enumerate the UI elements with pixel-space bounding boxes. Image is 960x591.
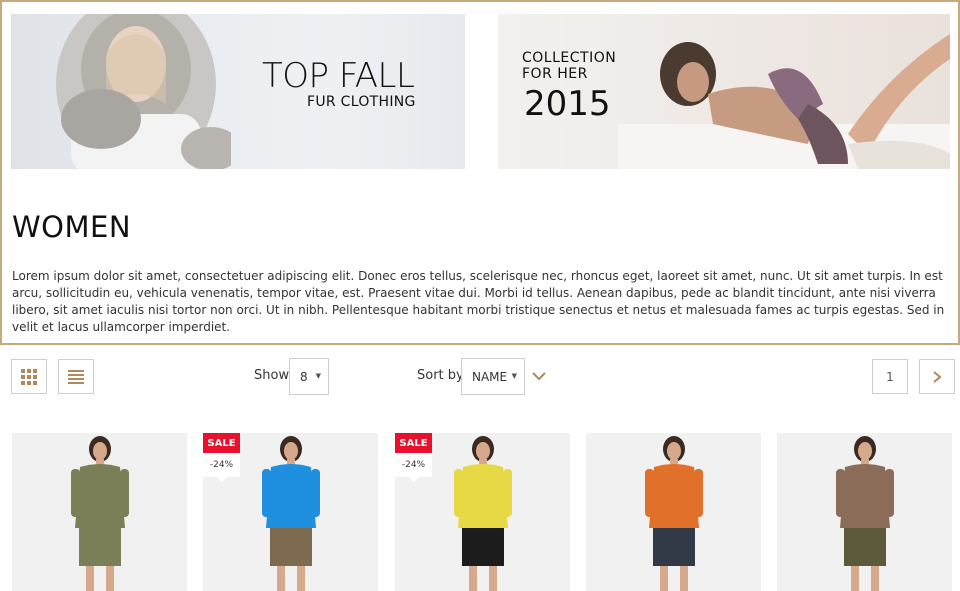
banner-collection-line2: FOR HER <box>522 66 588 82</box>
sale-badge: SALE <box>203 433 240 453</box>
banner-top-fall[interactable]: TOP FALL FUR CLOTHING <box>11 14 465 169</box>
fur-model-image <box>56 14 231 169</box>
sort-label: Sort by <box>417 368 464 383</box>
list-view-button[interactable] <box>58 359 94 394</box>
page-number-label: 1 <box>886 369 894 384</box>
discount-badge: -24% <box>395 453 432 482</box>
discount-badge: -24% <box>203 453 240 482</box>
banner-collection-year: 2015 <box>524 84 611 124</box>
product-image <box>70 436 129 591</box>
page-number-current[interactable]: 1 <box>872 359 908 394</box>
page-title: WOMEN <box>12 210 132 244</box>
category-description: Lorem ipsum dolor sit amet, consectetuer… <box>12 269 945 334</box>
show-count-select[interactable]: 8 ▼ <box>289 358 329 395</box>
product-image <box>453 436 512 591</box>
product-card[interactable] <box>586 433 761 591</box>
banner-collection[interactable]: COLLECTION FOR HER 2015 <box>498 14 950 169</box>
show-count-value: 8 <box>300 369 308 384</box>
caret-down-icon: ▼ <box>511 372 517 380</box>
chevron-right-icon <box>933 370 942 383</box>
product-card[interactable]: SALE -24% <box>395 433 570 591</box>
product-card[interactable] <box>777 433 952 591</box>
product-image <box>835 436 894 591</box>
banner-title: TOP FALL <box>262 56 415 96</box>
reclining-model-image <box>618 34 950 169</box>
grid-view-button[interactable] <box>11 359 47 394</box>
grid-icon <box>21 368 37 385</box>
caret-down-icon: ▼ <box>315 372 321 380</box>
sort-value: NAME <box>472 369 508 384</box>
list-icon <box>68 369 84 384</box>
product-card[interactable]: SALE -24% <box>203 433 378 591</box>
category-header: TOP FALL FUR CLOTHING COLLECTION FOR HER… <box>0 0 960 345</box>
sort-select[interactable]: NAME ▼ <box>461 358 525 395</box>
next-page-button[interactable] <box>919 359 955 394</box>
product-image <box>261 436 320 591</box>
product-image <box>644 436 703 591</box>
sort-direction-icon[interactable] <box>530 367 548 385</box>
banner-subtitle: FUR CLOTHING <box>307 94 416 110</box>
product-card[interactable] <box>12 433 187 591</box>
banner-collection-line1: COLLECTION <box>522 50 617 66</box>
show-label: Show <box>254 368 290 383</box>
sale-badge: SALE <box>395 433 432 453</box>
